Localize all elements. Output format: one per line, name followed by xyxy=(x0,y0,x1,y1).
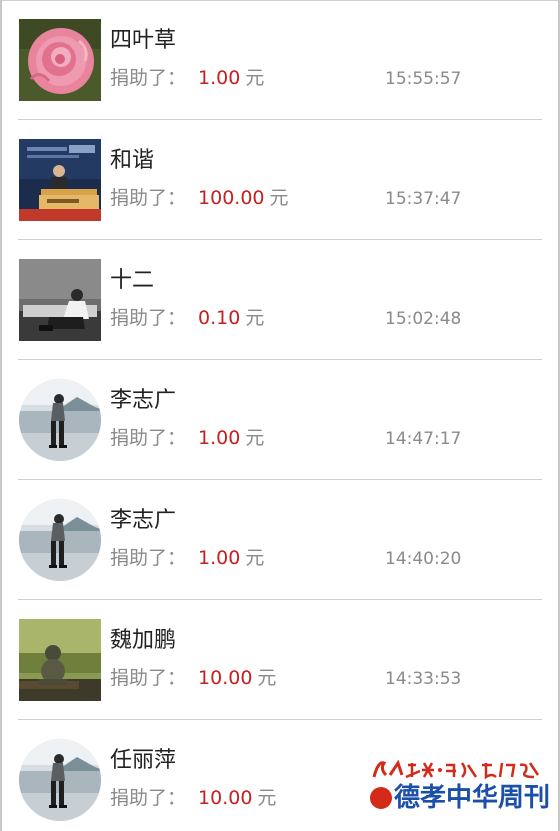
currency-unit: 元 xyxy=(257,787,277,809)
donation-row[interactable]: 四叶草 捐助了： 1.00 元 15:55:57 xyxy=(0,0,560,120)
donation-label: 捐助了： xyxy=(110,547,187,569)
donation-label: 捐助了： xyxy=(110,67,187,89)
donation-label: 捐助了： xyxy=(110,667,187,689)
donation-label: 捐助了： xyxy=(110,787,187,809)
donation-amount: 1.00 xyxy=(198,67,241,89)
rose-avatar-image xyxy=(19,19,101,101)
donation-line: 捐助了： 10.00 元 xyxy=(110,783,276,813)
publication-watermark-logo: 德孝中华周刊 xyxy=(368,757,550,817)
donation-row[interactable]: 和谐 捐助了： 100.00 元 15:37:47 xyxy=(0,120,560,240)
donor-name: 李志广 xyxy=(110,388,177,413)
donation-time: 14:40:20 xyxy=(385,549,462,569)
donation-time: 15:55:57 xyxy=(385,69,462,89)
donor-name: 和谐 xyxy=(110,148,155,173)
currency-unit: 元 xyxy=(257,667,277,689)
avatar[interactable] xyxy=(19,739,101,821)
buddha-figurine-avatar-image xyxy=(19,619,101,701)
donation-time: 15:37:47 xyxy=(385,189,462,209)
avatar[interactable] xyxy=(19,19,101,101)
donation-label: 捐助了： xyxy=(110,427,187,449)
currency-unit: 元 xyxy=(245,427,265,449)
watermark-title: 德孝中华周刊 xyxy=(394,783,551,813)
donation-amount: 1.00 xyxy=(198,547,241,569)
donation-line: 捐助了： 1.00 元 xyxy=(110,543,264,573)
currency-unit: 元 xyxy=(245,547,265,569)
currency-unit: 元 xyxy=(269,187,289,209)
donation-line: 捐助了： 100.00 元 xyxy=(110,183,289,213)
donation-label: 捐助了： xyxy=(110,187,187,209)
lakeside-person-avatar-image xyxy=(19,739,101,821)
donor-name: 四叶草 xyxy=(110,28,177,53)
donor-name: 魏加鹏 xyxy=(110,628,177,653)
avatar[interactable] xyxy=(19,139,101,221)
donation-amount: 0.10 xyxy=(198,307,241,329)
currency-unit: 元 xyxy=(245,67,265,89)
lakeside-person-avatar-image xyxy=(19,379,101,461)
donation-row[interactable]: 魏加鹏 捐助了： 10.00 元 14:33:53 xyxy=(0,600,560,720)
watermark-badge-icon xyxy=(370,787,392,809)
donation-list: 四叶草 捐助了： 1.00 元 15:55:57 和谐 捐助了： 100.00 … xyxy=(0,0,560,831)
donation-row[interactable]: 十二 捐助了： 0.10 元 15:02:48 xyxy=(0,240,560,360)
donor-name: 任丽萍 xyxy=(110,748,177,773)
watermark-title-row: 德孝中华周刊 xyxy=(368,781,550,817)
donation-time: 14:47:17 xyxy=(385,429,462,449)
currency-unit: 元 xyxy=(245,307,265,329)
donor-name: 十二 xyxy=(110,268,155,293)
donation-time: 14:33:53 xyxy=(385,669,462,689)
avatar[interactable] xyxy=(19,259,101,341)
donation-row[interactable]: 李志广 捐助了： 1.00 元 14:40:20 xyxy=(0,480,560,600)
donation-amount: 100.00 xyxy=(198,187,265,209)
avatar[interactable] xyxy=(19,379,101,461)
avatar[interactable] xyxy=(19,619,101,701)
donation-line: 捐助了： 1.00 元 xyxy=(110,423,264,453)
donation-line: 捐助了： 10.00 元 xyxy=(110,663,276,693)
donation-list-page: 四叶草 捐助了： 1.00 元 15:55:57 和谐 捐助了： 100.00 … xyxy=(0,0,560,831)
donation-amount: 10.00 xyxy=(198,667,253,689)
donation-label: 捐助了： xyxy=(110,307,187,329)
donation-row[interactable]: 李志广 捐助了： 1.00 元 14:47:17 xyxy=(0,360,560,480)
watermark-calligraphy-line xyxy=(372,759,540,780)
speaker-avatar-image xyxy=(19,139,101,221)
sitting-person-avatar-image xyxy=(19,259,101,341)
donation-line: 捐助了： 0.10 元 xyxy=(110,303,264,333)
donor-name: 李志广 xyxy=(110,508,177,533)
donation-amount: 10.00 xyxy=(198,787,253,809)
lakeside-person-avatar-image xyxy=(19,499,101,581)
avatar[interactable] xyxy=(19,499,101,581)
donation-amount: 1.00 xyxy=(198,427,241,449)
donation-time: 15:02:48 xyxy=(385,309,462,329)
donation-line: 捐助了： 1.00 元 xyxy=(110,63,264,93)
left-edge-border xyxy=(0,0,2,831)
